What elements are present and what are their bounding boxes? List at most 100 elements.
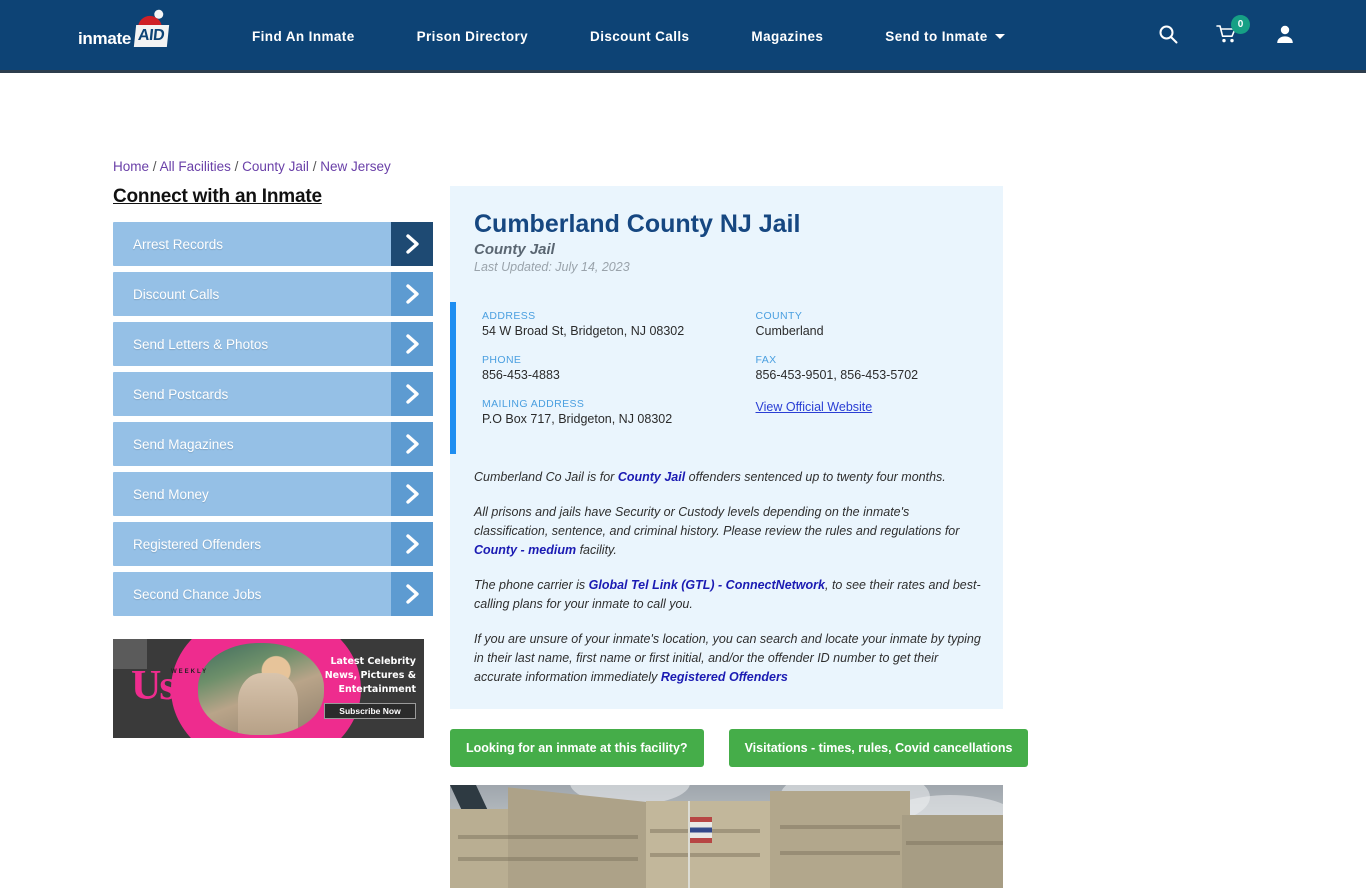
ad-brand-sub: WEEKLY (171, 669, 209, 675)
registered-offenders-link[interactable]: Registered Offenders (661, 670, 788, 684)
shopping-cart-icon[interactable]: 0 (1216, 15, 1250, 49)
sidebar-item-label: Discount Calls (133, 286, 220, 302)
site-header: inmate AID Find An Inmate Prison Directo… (0, 0, 1366, 73)
sidebar-item-label: Arrest Records (133, 236, 224, 252)
last-updated: Last Updated: July 14, 2023 (474, 260, 630, 274)
chevron-right-icon (391, 572, 433, 616)
building-block (902, 815, 1003, 888)
breadcrumb-item-all-facilities[interactable]: All Facilities (160, 159, 231, 174)
ad-brand-logo: Us (131, 663, 176, 709)
paragraph-2-text-b: facility. (576, 543, 617, 557)
sidebar-item-send-money[interactable]: Send Money (113, 472, 433, 516)
chevron-right-icon (391, 522, 433, 566)
american-flag-icon (690, 817, 712, 843)
description-paragraph-1: Cumberland Co Jail is for County Jail of… (474, 468, 981, 487)
sidebar-item-label: Send Magazines (133, 436, 234, 452)
nav-item-prison-directory[interactable]: Prison Directory (417, 29, 528, 44)
facility-card: Cumberland County NJ Jail County Jail La… (450, 186, 1003, 709)
address-value: 54 W Broad St, Bridgeton, NJ 08302 (482, 324, 685, 338)
chevron-right-icon (391, 272, 433, 316)
county-jail-link[interactable]: County Jail (618, 470, 685, 484)
chevron-down-icon (994, 34, 1005, 39)
page-title: Cumberland County NJ Jail (474, 210, 801, 238)
building-block (770, 791, 910, 888)
find-inmate-button[interactable]: Looking for an inmate at this facility? (450, 729, 704, 767)
ad-subscribe-button[interactable]: Subscribe Now (324, 703, 416, 719)
paragraph-1-text-a: Cumberland Co Jail is for (474, 470, 618, 484)
ad-photo (198, 643, 324, 735)
sidebar-item-registered-offenders[interactable]: Registered Offenders (113, 522, 433, 566)
chevron-right-icon (391, 322, 433, 366)
nav-item-discount-calls[interactable]: Discount Calls (590, 29, 689, 44)
mailing-address-value: P.O Box 717, Bridgeton, NJ 08302 (482, 412, 673, 426)
description-paragraph-4: If you are unsure of your inmate's locat… (474, 630, 981, 687)
phone-value: 856-453-4883 (482, 368, 560, 382)
breadcrumb-separator: / (234, 159, 239, 174)
paragraph-1-text-b: offenders sentenced up to twenty four mo… (685, 470, 946, 484)
fax-value: 856-453-9501, 856-453-5702 (755, 368, 919, 382)
facade-stripe (458, 857, 638, 861)
sidebar-heading: Connect with an Inmate (113, 186, 322, 207)
sidebar-item-arrest-records[interactable]: Arrest Records (113, 222, 433, 266)
site-logo[interactable]: inmate AID (78, 13, 188, 57)
breadcrumb-separator: / (152, 159, 157, 174)
facade-stripe (780, 851, 900, 855)
sidebar-item-send-postcards[interactable]: Send Postcards (113, 372, 433, 416)
sidebar-item-label: Send Letters & Photos (133, 336, 269, 352)
nav-item-magazines[interactable]: Magazines (751, 29, 823, 44)
chevron-right-icon (391, 372, 433, 416)
phone-label: PHONE (482, 354, 522, 366)
phone-carrier-link[interactable]: Global Tel Link (GTL) - ConnectNetwork (589, 578, 825, 592)
breadcrumb: Home / All Facilities / County Jail / Ne… (113, 159, 391, 174)
county-value: Cumberland (755, 324, 824, 338)
search-icon[interactable] (1158, 24, 1178, 49)
breadcrumb-item-county-jail[interactable]: County Jail (242, 159, 309, 174)
chevron-right-icon (391, 472, 433, 516)
county-medium-link[interactable]: County - medium (474, 543, 576, 557)
chevron-right-icon (391, 222, 433, 266)
facility-type: County Jail (474, 241, 555, 258)
sidebar-item-discount-calls[interactable]: Discount Calls (113, 272, 433, 316)
fax-label: FAX (755, 354, 777, 366)
paragraph-2-text-a: All prisons and jails have Security or C… (474, 505, 960, 538)
official-website-link[interactable]: View Official Website (756, 400, 873, 414)
user-account-icon[interactable] (1276, 24, 1294, 49)
advertisement-banner[interactable]: Us WEEKLY Latest Celebrity News, Picture… (113, 639, 424, 738)
facility-info-column-right: COUNTY Cumberland FAX 856-453-9501, 856-… (730, 310, 1004, 442)
sidebar-item-label: Send Money (133, 486, 209, 502)
sidebar-item-send-magazines[interactable]: Send Magazines (113, 422, 433, 466)
building-block (646, 801, 776, 888)
header-icon-group: 0 (1158, 15, 1294, 49)
facility-info-column-left: ADDRESS 54 W Broad St, Bridgeton, NJ 083… (482, 310, 730, 442)
facility-photo (450, 785, 1003, 888)
facility-info-block: ADDRESS 54 W Broad St, Bridgeton, NJ 083… (450, 302, 1003, 454)
description-paragraph-2: All prisons and jails have Security or C… (474, 503, 981, 560)
nav-item-send-to-inmate[interactable]: Send to Inmate (885, 29, 1005, 44)
sidebar-item-label: Second Chance Jobs (133, 586, 262, 602)
cart-count-badge: 0 (1231, 15, 1250, 34)
address-label: ADDRESS (482, 310, 536, 322)
county-label: COUNTY (755, 310, 803, 322)
nav-item-find-an-inmate[interactable]: Find An Inmate (252, 29, 355, 44)
main-navigation: Find An Inmate Prison Directory Discount… (252, 29, 1158, 44)
sidebar-item-label: Send Postcards (133, 386, 229, 402)
nav-item-send-to-inmate-label: Send to Inmate (885, 29, 988, 44)
facade-stripe (458, 835, 638, 839)
main-content: Cumberland County NJ Jail County Jail La… (450, 186, 1029, 888)
sidebar: Connect with an Inmate Arrest Records Di… (113, 186, 433, 622)
breadcrumb-item-new-jersey[interactable]: New Jersey (320, 159, 391, 174)
breadcrumb-item-home[interactable]: Home (113, 159, 149, 174)
logo-text: inmate (78, 28, 131, 48)
sidebar-item-second-chance-jobs[interactable]: Second Chance Jobs (113, 572, 433, 616)
facade-stripe (906, 841, 1003, 845)
ad-headline: Latest Celebrity News, Pictures & Entert… (324, 656, 416, 695)
breadcrumb-separator: / (312, 159, 317, 174)
visitations-button[interactable]: Visitations - times, rules, Covid cancel… (728, 729, 1029, 767)
facade-stripe (650, 853, 760, 857)
sidebar-item-label: Registered Offenders (133, 536, 262, 552)
sidebar-item-send-letters-photos[interactable]: Send Letters & Photos (113, 322, 433, 366)
facility-description: Cumberland Co Jail is for County Jail of… (450, 454, 1003, 709)
chevron-right-icon (391, 422, 433, 466)
mailing-address-label: MAILING ADDRESS (482, 398, 585, 410)
cta-button-row: Looking for an inmate at this facility? … (450, 729, 1029, 767)
